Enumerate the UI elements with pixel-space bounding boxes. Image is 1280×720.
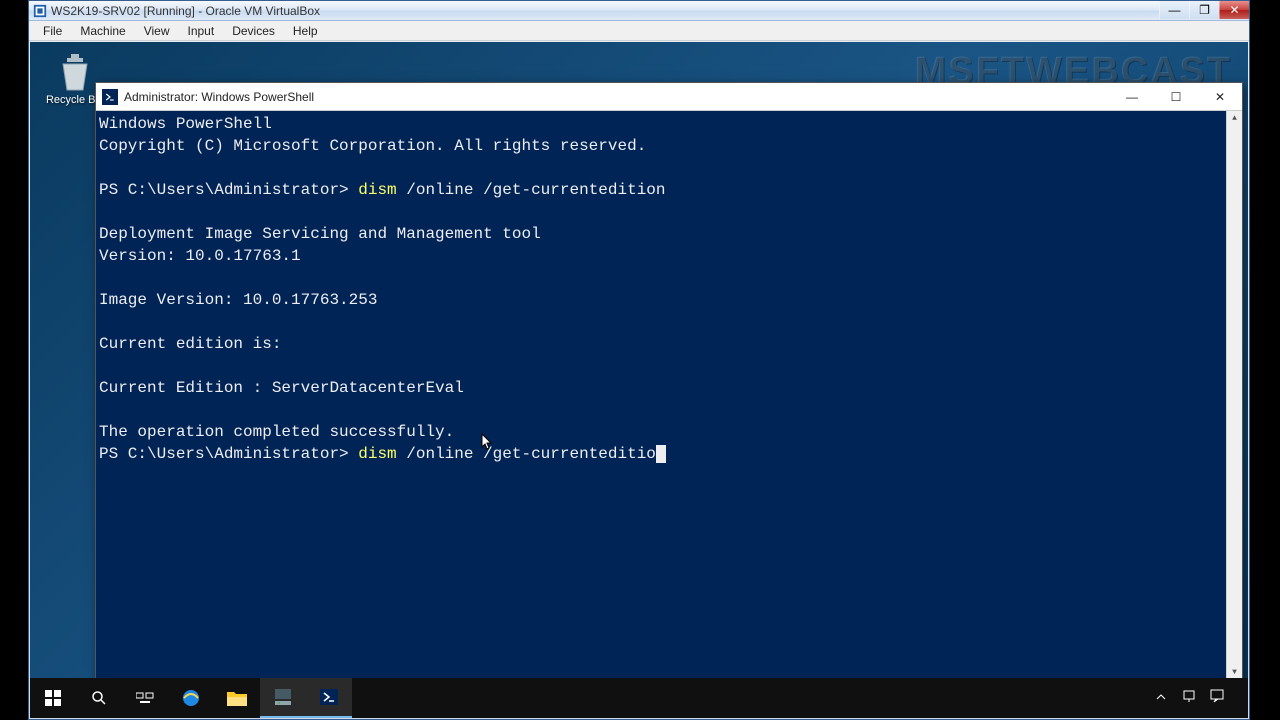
start-button[interactable]: [30, 678, 76, 718]
host-minimize-button[interactable]: —: [1159, 1, 1189, 19]
terminal-line: Current Edition : ServerDatacenterEval: [99, 379, 464, 397]
terminal-line: Deployment Image Servicing and Managemen…: [99, 225, 541, 243]
terminal-cursor: [656, 445, 666, 463]
taskbar-server-manager[interactable]: [260, 678, 306, 718]
menu-input[interactable]: Input: [180, 23, 223, 39]
virtualbox-icon: [33, 4, 47, 18]
powershell-window-title: Administrator: Windows PowerShell: [124, 90, 314, 104]
close-icon: ✕: [1215, 90, 1225, 104]
search-button[interactable]: [76, 678, 122, 718]
taskbar-spacer: [352, 678, 1152, 718]
powershell-titlebar[interactable]: Administrator: Windows PowerShell — ☐ ✕: [96, 83, 1242, 111]
taskbar-powershell[interactable]: [306, 678, 352, 718]
terminal-line: Image Version: 10.0.17763.253: [99, 291, 377, 309]
system-tray: [1152, 678, 1248, 718]
scrollbar-track[interactable]: [1227, 127, 1242, 665]
terminal-line: The operation completed successfully.: [99, 423, 454, 441]
powershell-caption-buttons: — ☐ ✕: [1110, 83, 1242, 110]
host-close-button[interactable]: ✕: [1219, 1, 1249, 19]
terminal-line: Current edition is:: [99, 335, 281, 353]
powershell-window: Administrator: Windows PowerShell — ☐ ✕ …: [95, 82, 1243, 682]
task-view-icon: [136, 691, 154, 705]
powershell-icon: [102, 89, 118, 105]
task-view-button[interactable]: [122, 678, 168, 718]
menu-devices[interactable]: Devices: [224, 23, 283, 39]
host-menubar: File Machine View Input Devices Help: [29, 21, 1249, 41]
search-icon: [91, 690, 107, 706]
terminal-prompt: PS C:\Users\Administrator>: [99, 445, 358, 463]
terminal-prompt: PS C:\Users\Administrator>: [99, 181, 358, 199]
powershell-close-button[interactable]: ✕: [1198, 83, 1242, 110]
ie-icon: [180, 687, 202, 709]
powershell-minimize-button[interactable]: —: [1110, 83, 1154, 110]
menu-help[interactable]: Help: [285, 23, 326, 39]
powershell-taskbar-icon: [319, 687, 339, 707]
powershell-terminal[interactable]: Windows PowerShell Copyright (C) Microso…: [96, 111, 1242, 681]
maximize-icon: ❐: [1199, 3, 1210, 17]
virtualbox-host-window: WS2K19-SRV02 [Running] - Oracle VM Virtu…: [28, 0, 1250, 720]
terminal-command: dism: [358, 181, 396, 199]
terminal-line: Copyright (C) Microsoft Corporation. All…: [99, 137, 646, 155]
powershell-scrollbar[interactable]: ▲ ▼: [1226, 111, 1242, 681]
menu-view[interactable]: View: [136, 23, 178, 39]
terminal-args: /online /get-currenteditio: [397, 445, 656, 463]
maximize-icon: ☐: [1171, 90, 1182, 104]
scrollbar-up-icon[interactable]: ▲: [1227, 111, 1242, 127]
taskbar-internet-explorer[interactable]: [168, 678, 214, 718]
terminal-args: /online /get-currentedition: [397, 181, 666, 199]
terminal-line: Windows PowerShell: [99, 115, 272, 133]
tray-chevron-icon[interactable]: [1152, 689, 1170, 707]
terminal-command: dism: [358, 445, 396, 463]
powershell-maximize-button[interactable]: ☐: [1154, 83, 1198, 110]
close-icon: ✕: [1229, 3, 1239, 17]
taskbar-file-explorer[interactable]: [214, 678, 260, 718]
terminal-line: Version: 10.0.17763.1: [99, 247, 301, 265]
host-titlebar[interactable]: WS2K19-SRV02 [Running] - Oracle VM Virtu…: [29, 1, 1249, 21]
folder-icon: [226, 689, 248, 707]
host-window-title: WS2K19-SRV02 [Running] - Oracle VM Virtu…: [51, 4, 320, 18]
guest-taskbar: [30, 678, 1248, 718]
minimize-icon: —: [1169, 3, 1181, 17]
windows-logo-icon: [45, 690, 61, 706]
tray-network-icon[interactable]: [1180, 689, 1198, 708]
tray-action-center-icon[interactable]: [1208, 689, 1226, 708]
host-maximize-button[interactable]: ❐: [1189, 1, 1219, 19]
menu-machine[interactable]: Machine: [72, 23, 133, 39]
minimize-icon: —: [1126, 90, 1138, 104]
guest-desktop[interactable]: MSFTWEBCAST Recycle Bin Administrator: W…: [30, 42, 1248, 718]
server-manager-icon: [273, 687, 293, 707]
recycle-bin-icon: [55, 52, 95, 92]
menu-file[interactable]: File: [35, 23, 70, 39]
host-caption-buttons: — ❐ ✕: [1159, 1, 1249, 20]
